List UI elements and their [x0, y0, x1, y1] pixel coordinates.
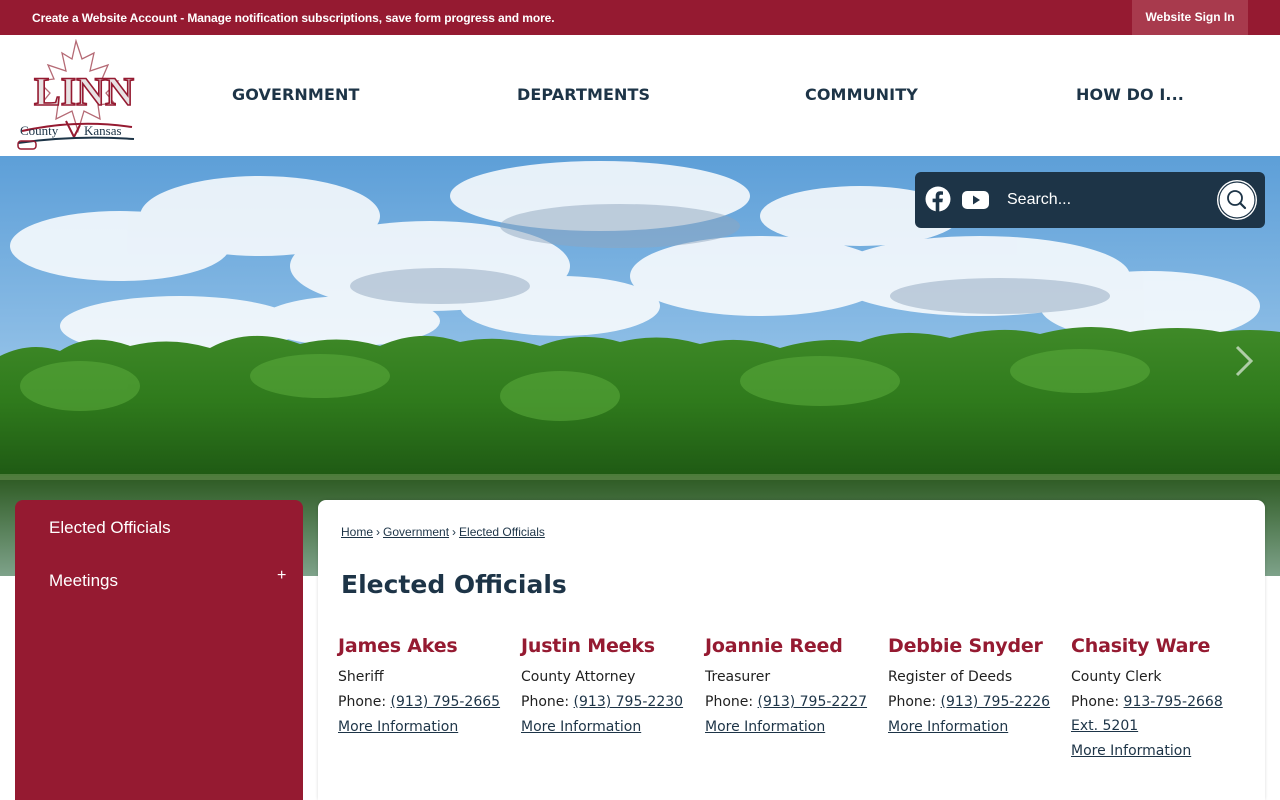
breadcrumb-elected-officials[interactable]: Elected Officials: [459, 525, 545, 539]
official-card: Joannie Reed Treasurer Phone: (913) 795-…: [705, 635, 885, 740]
svg-text:Kansas: Kansas: [84, 123, 122, 138]
more-information-link[interactable]: More Information: [1071, 738, 1191, 764]
svg-text:LINN: LINN: [34, 69, 134, 114]
official-card: Chasity Ware County Clerk Phone: 913-795…: [1071, 635, 1251, 764]
breadcrumb: Home › Government › Elected Officials: [341, 525, 545, 539]
linn-county-logo[interactable]: LINN County Kansas: [14, 39, 138, 153]
facebook-icon[interactable]: [925, 186, 951, 212]
phone-link[interactable]: (913) 795-2665: [391, 694, 501, 710]
breadcrumb-home[interactable]: Home: [341, 525, 373, 539]
official-title: Register of Deeds: [888, 669, 1013, 685]
official-name: Joannie Reed: [705, 635, 843, 657]
search-icon: [1218, 181, 1256, 219]
expand-meetings-icon[interactable]: +: [277, 567, 286, 585]
search-input[interactable]: [1007, 186, 1212, 214]
account-banner: Create a Website Account - Manage notifi…: [0, 0, 1280, 35]
side-menu: Elected Officials Meetings +: [15, 500, 303, 800]
page-title: Elected Officials: [341, 570, 567, 599]
official-card: Debbie Snyder Register of Deeds Phone: (…: [888, 635, 1068, 740]
phone-link[interactable]: (913) 795-2227: [758, 694, 868, 710]
nav-how-do-i[interactable]: HOW DO I...: [1076, 85, 1184, 104]
breadcrumb-government[interactable]: Government: [383, 525, 449, 539]
official-name: Chasity Ware: [1071, 635, 1211, 657]
official-card: James Akes Sheriff Phone: (913) 795-2665…: [338, 635, 518, 740]
official-name: Debbie Snyder: [888, 635, 1043, 657]
site-header: LINN County Kansas GOVERNMENT DEPARTMENT…: [0, 35, 1280, 156]
more-information-link[interactable]: More Information: [888, 714, 1008, 740]
sidebar-item-elected-officials[interactable]: Elected Officials: [49, 518, 171, 538]
breadcrumb-separator: ›: [376, 525, 381, 539]
official-title: County Clerk: [1071, 669, 1162, 685]
nav-government[interactable]: GOVERNMENT: [232, 85, 359, 104]
breadcrumb-separator: ›: [452, 525, 457, 539]
official-phone: Phone: (913) 795-2226: [888, 690, 1068, 714]
search-button[interactable]: [1217, 180, 1257, 220]
official-phone: Phone: (913) 795-2665: [338, 690, 518, 714]
main-content: Home › Government › Elected Officials Electe…: [318, 500, 1265, 800]
official-phone: Phone: (913) 795-2230: [521, 690, 701, 714]
more-information-link[interactable]: More Information: [338, 714, 458, 740]
svg-text:County: County: [20, 123, 59, 138]
official-title: Sheriff: [338, 669, 384, 685]
phone-label: Phone:: [705, 694, 754, 710]
phone-label: Phone:: [338, 694, 387, 710]
official-phone: Phone: (913) 795-2227: [705, 690, 885, 714]
sidebar-item-meetings[interactable]: Meetings: [49, 571, 118, 591]
official-title: County Attorney: [521, 669, 636, 685]
phone-link[interactable]: (913) 795-2230: [574, 694, 684, 710]
more-information-link[interactable]: More Information: [705, 714, 825, 740]
phone-extension-link[interactable]: Ext. 5201: [1071, 718, 1138, 734]
nav-community[interactable]: COMMUNITY: [805, 85, 918, 104]
account-banner-message[interactable]: Create a Website Account - Manage notifi…: [32, 11, 555, 25]
more-information-link[interactable]: More Information: [521, 714, 641, 740]
search-panel: [915, 172, 1265, 228]
phone-link[interactable]: 913-795-2668: [1124, 694, 1223, 710]
official-phone: Phone: 913-795-2668 Ext. 5201: [1071, 690, 1251, 738]
official-name: James Akes: [338, 635, 458, 657]
youtube-icon[interactable]: [962, 189, 989, 211]
website-sign-in-button[interactable]: Website Sign In: [1132, 0, 1248, 35]
phone-link[interactable]: (913) 795-2226: [941, 694, 1051, 710]
official-name: Justin Meeks: [521, 635, 655, 657]
official-title: Treasurer: [705, 669, 771, 685]
phone-label: Phone:: [1071, 694, 1120, 710]
phone-label: Phone:: [888, 694, 937, 710]
nav-departments[interactable]: DEPARTMENTS: [517, 85, 650, 104]
official-card: Justin Meeks County Attorney Phone: (913…: [521, 635, 701, 740]
carousel-next-icon[interactable]: [1233, 344, 1255, 378]
phone-label: Phone:: [521, 694, 570, 710]
